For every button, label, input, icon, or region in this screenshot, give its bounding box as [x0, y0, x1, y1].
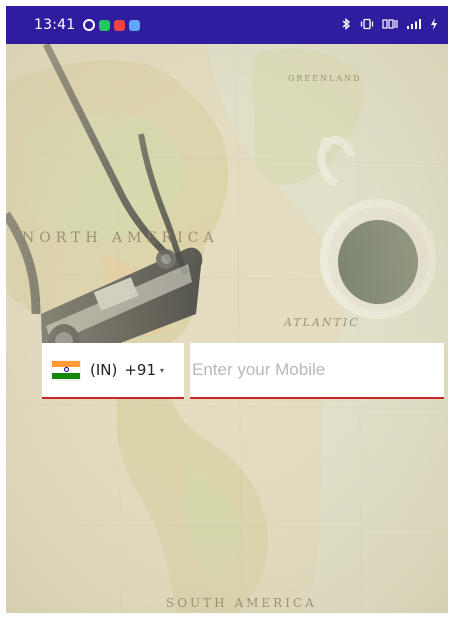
mobile-number-input[interactable]	[190, 343, 444, 397]
country-code-picker[interactable]: (IN) +91 ▾	[42, 343, 184, 399]
map-label-south-america: SOUTH AMERICA	[166, 596, 317, 610]
map-illustration	[6, 44, 448, 613]
phone-entry-row: (IN) +91 ▾	[42, 343, 444, 399]
volte-icon	[382, 18, 398, 33]
signal-icon	[406, 18, 422, 33]
system-status-icons	[340, 17, 438, 33]
map-label-greenland: GREENLAND	[288, 74, 362, 83]
country-code-label: (IN) +91	[90, 361, 156, 379]
map-label-north-america: NORTH AMERICA	[22, 230, 219, 246]
dial-code: +91	[124, 361, 157, 379]
app-green-icon	[99, 19, 111, 31]
vibrate-icon	[360, 18, 374, 33]
map-label-atlantic: ATLANTIC	[284, 316, 360, 329]
app-blue-icon	[129, 19, 141, 31]
charging-icon	[430, 17, 438, 33]
sync-ring-icon	[83, 19, 96, 31]
status-time: 13:41	[34, 17, 76, 33]
bluetooth-icon	[340, 17, 352, 33]
india-flag-icon	[52, 360, 80, 380]
mobile-input-container	[190, 343, 444, 399]
status-bar: 13:41	[6, 6, 448, 44]
app-red-icon	[114, 19, 126, 31]
chevron-down-icon: ▾	[160, 365, 165, 375]
world-map-background: GREENLAND NORTH AMERICA ATLANTIC SOUTH A…	[6, 44, 448, 613]
country-iso: (IN)	[90, 361, 118, 379]
notification-icons	[83, 19, 141, 31]
app-screen: 13:41 GREENLAND NORTH AMERICA ATLANTIC S…	[0, 0, 454, 619]
